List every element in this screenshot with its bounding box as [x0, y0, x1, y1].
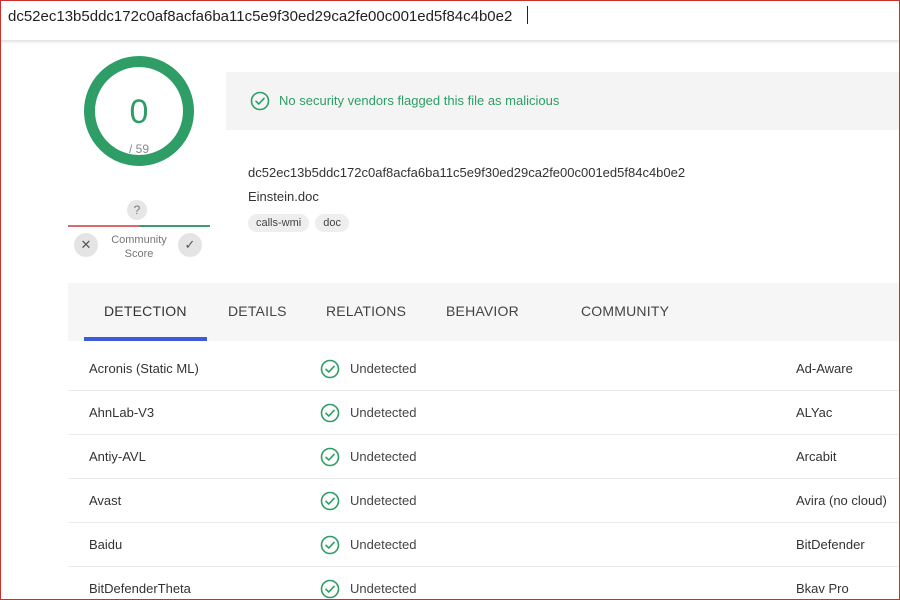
engine-name: Antiy-AVL — [89, 449, 146, 464]
detection-result: Undetected — [350, 581, 417, 596]
engine-total: / 59 — [128, 142, 149, 156]
engine-name: Avast — [89, 493, 122, 508]
engine-name: Acronis (Static ML) — [89, 361, 199, 376]
community-score-bar-negative — [68, 225, 139, 227]
engine-name-right: Arcabit — [796, 449, 837, 464]
tab-details[interactable]: DETAILS — [228, 303, 287, 319]
active-tab-indicator — [84, 337, 207, 341]
community-score-bar-positive — [139, 225, 210, 227]
detection-count: 0 — [129, 93, 149, 131]
vote-harmless-button[interactable]: ✓ — [178, 233, 202, 257]
search-input[interactable] — [8, 4, 888, 28]
detection-result: Undetected — [350, 405, 417, 420]
check-circle-icon — [320, 359, 340, 379]
check-icon: ✓ — [184, 237, 196, 252]
search-bar — [0, 0, 900, 40]
engine-name-right: Bkav Pro — [796, 581, 849, 596]
check-circle-icon — [320, 491, 340, 511]
table-row: AhnLab-V3 Undetected ALYac — [68, 391, 900, 435]
file-name: Einstein.doc — [248, 189, 319, 204]
tab-behavior[interactable]: BEHAVIOR — [446, 303, 519, 319]
tab-relations[interactable]: RELATIONS — [326, 303, 406, 319]
vote-malicious-button[interactable]: ✕ — [74, 233, 98, 257]
check-circle-icon — [320, 447, 340, 467]
text-caret — [527, 6, 528, 24]
engine-name-right: BitDefender — [796, 537, 865, 552]
check-circle-icon — [320, 579, 340, 599]
detection-result: Undetected — [350, 361, 417, 376]
tag-calls-wmi[interactable]: calls-wmi — [248, 214, 310, 232]
check-circle-icon — [320, 535, 340, 555]
detection-result: Undetected — [350, 493, 417, 508]
community-score: ? ✕ Community Score ✓ — [68, 200, 210, 260]
engine-name: Baidu — [89, 537, 123, 552]
engine-name-right: Ad-Aware — [796, 361, 853, 376]
table-row: Antiy-AVL Undetected Arcabit — [68, 435, 900, 479]
status-banner: No security vendors flagged this file as… — [226, 72, 900, 130]
engine-name: BitDefenderTheta — [89, 581, 191, 596]
table-row: Baidu Undetected BitDefender — [68, 523, 900, 567]
community-score-label: Community Score — [111, 234, 167, 260]
detection-result: Undetected — [350, 537, 417, 552]
engine-name: AhnLab-V3 — [89, 405, 155, 420]
file-hash: dc52ec13b5ddc172c0af8acfa6ba11c5e9f30ed2… — [248, 165, 686, 180]
table-row: Avast Undetected Avira (no cloud) — [68, 479, 900, 523]
tag-doc[interactable]: doc — [315, 214, 349, 232]
engine-name-right: ALYac — [796, 405, 833, 420]
engine-name-right: Avira (no cloud) — [796, 493, 887, 508]
detection-result: Undetected — [350, 449, 417, 464]
table-row: Acronis (Static ML) Undetected Ad-Aware — [68, 347, 900, 391]
detection-table: Acronis (Static ML) Undetected Ad-Aware … — [68, 347, 900, 600]
community-unknown-badge: ? — [127, 200, 147, 220]
close-icon: ✕ — [80, 237, 92, 252]
tab-detection[interactable]: DETECTION — [104, 303, 187, 319]
tab-community[interactable]: COMMUNITY — [581, 303, 669, 319]
detection-score-ring: 0 / 59 — [84, 56, 194, 166]
file-tags: calls-wmi doc — [248, 214, 349, 232]
tab-bar: DETECTION DETAILS RELATIONS BEHAVIOR COM… — [68, 283, 900, 341]
check-circle-icon — [250, 91, 270, 111]
check-circle-icon — [320, 403, 340, 423]
table-row: BitDefenderTheta Undetected Bkav Pro — [68, 567, 900, 600]
status-message: No security vendors flagged this file as… — [279, 93, 560, 108]
